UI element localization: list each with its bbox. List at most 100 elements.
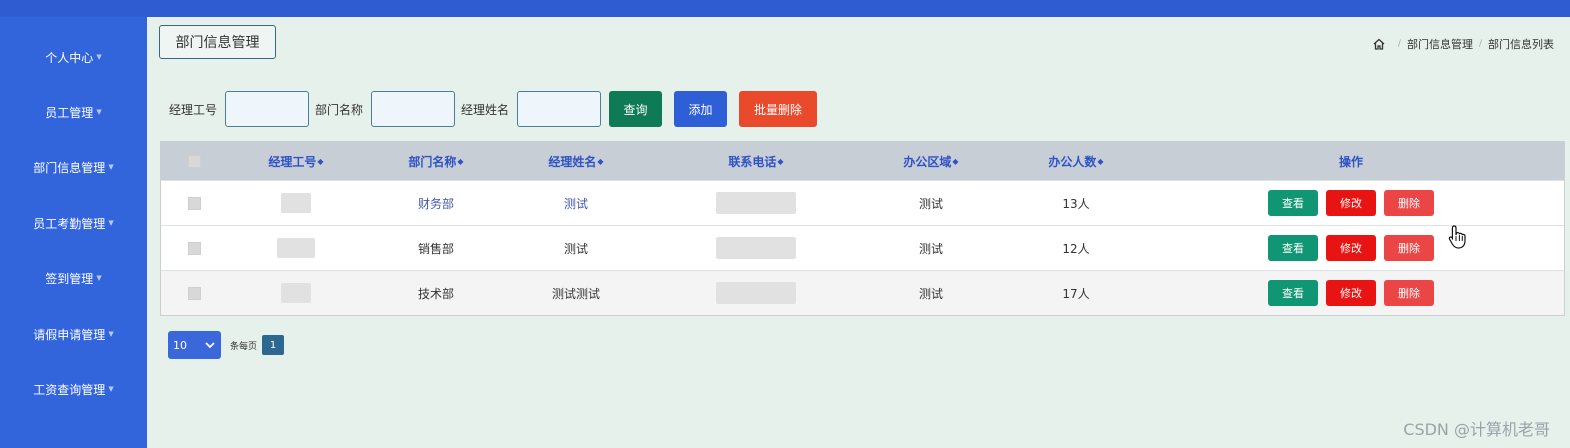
sort-icon: ◆ (597, 156, 604, 166)
page-title: 部门信息管理 (159, 25, 276, 59)
table-row: 技术部 测试测试 测试 17人 查看 修改 删除 (161, 270, 1564, 315)
manager-name-label: 经理姓名 (461, 102, 510, 117)
department-name-input[interactable] (371, 91, 456, 127)
sidebar-item-signin[interactable]: 签到管理 ▼ (0, 258, 147, 298)
manager-name-cell: 测试测试 (551, 286, 600, 301)
sidebar-item-label: 部门信息管理 (33, 160, 106, 175)
sidebar-item-leave[interactable]: 请假申请管理 ▼ (0, 314, 147, 354)
home-icon[interactable] (1372, 37, 1386, 51)
edit-button[interactable]: 修改 (1326, 280, 1376, 306)
top-bar (0, 0, 1570, 17)
caret-down-icon: ▼ (96, 53, 102, 61)
manager-id-cell (271, 181, 321, 225)
delete-button[interactable]: 删除 (1384, 280, 1434, 306)
page-number-current[interactable]: 1 (262, 335, 285, 355)
manager-name-cell: 测试 (563, 241, 588, 256)
row-select-cell (179, 271, 209, 315)
manager-id-cell (271, 271, 321, 315)
column-header-office-count[interactable]: 办公人数 ◆ (1011, 142, 1141, 180)
column-header-manager-name[interactable]: 经理姓名 ◆ (511, 142, 641, 180)
sidebar-item-label: 签到管理 (45, 271, 94, 286)
sidebar-item-attendance[interactable]: 员工考勤管理 ▼ (0, 203, 147, 243)
department-name-label: 部门名称 (315, 102, 364, 117)
office-count-cell: 17人 (1062, 286, 1090, 301)
breadcrumb-separator: / (1478, 39, 1482, 49)
manager-name-input[interactable] (517, 91, 602, 127)
add-button[interactable]: 添加 (674, 91, 728, 127)
sidebar: 个人中心 ▼ 员工管理 ▼ 部门信息管理 ▼ 员工考勤管理 ▼ 签到管理 ▼ 请假申请管理… (0, 17, 147, 448)
caret-down-icon: ▼ (108, 219, 114, 227)
column-label: 办公人数 (1048, 154, 1097, 169)
department-cell: 销售部 (417, 241, 454, 256)
phone-cell (716, 181, 796, 225)
caret-down-icon: ▼ (108, 385, 114, 393)
per-page-label: 条每页 (230, 341, 258, 352)
column-header-phone[interactable]: 联系电话 ◆ (691, 142, 821, 180)
row-select-cell (179, 181, 209, 225)
sidebar-item-personal-center[interactable]: 个人中心 ▼ (0, 37, 147, 77)
select-all-cell (179, 142, 209, 180)
manager-id-cell (271, 226, 321, 270)
watermark: CSDN @计算机老哥 (1403, 420, 1550, 439)
sidebar-item-department[interactable]: 部门信息管理 ▼ (0, 147, 147, 187)
caret-down-icon: ▼ (96, 274, 102, 282)
row-checkbox[interactable] (187, 196, 201, 210)
column-label: 联系电话 (728, 154, 777, 169)
sidebar-item-label: 工资查询管理 (33, 382, 106, 397)
sidebar-item-employee[interactable]: 员工管理 ▼ (0, 92, 147, 132)
office-area-cell: 测试 (918, 286, 943, 301)
column-header-manager-id[interactable]: 经理工号 ◆ (231, 142, 361, 180)
office-area-cell: 测试 (918, 196, 943, 211)
table-header: 经理工号 ◆ 部门名称 ◆ 经理姓名 ◆ 联系电话 ◆ 办公区域 ◆ 办公人数 ◆ 操作 (161, 142, 1564, 180)
row-checkbox[interactable] (187, 241, 201, 255)
department-cell: 技术部 (417, 286, 454, 301)
page-size-select[interactable]: 10 (168, 331, 221, 359)
row-select-cell (179, 226, 209, 270)
edit-button[interactable]: 修改 (1326, 235, 1376, 261)
actions-cell: 查看 修改 删除 (1261, 271, 1441, 315)
office-count-cell: 12人 (1062, 241, 1090, 256)
redacted-value (281, 193, 311, 213)
select-all-checkbox[interactable] (187, 154, 201, 168)
breadcrumb-item[interactable]: 部门信息管理 (1407, 36, 1473, 52)
edit-button[interactable]: 修改 (1326, 190, 1376, 216)
sort-icon: ◆ (317, 156, 324, 166)
delete-button[interactable]: 删除 (1384, 235, 1434, 261)
column-header-department[interactable]: 部门名称 ◆ (371, 142, 501, 180)
office-count-cell: 13人 (1062, 196, 1090, 211)
column-label: 办公区域 (903, 154, 952, 169)
phone-cell (716, 271, 796, 315)
view-button[interactable]: 查看 (1268, 280, 1318, 306)
column-label: 经理姓名 (548, 154, 597, 169)
manager-name-cell: 测试 (563, 196, 588, 211)
row-checkbox[interactable] (187, 286, 201, 300)
column-header-actions: 操作 (1261, 142, 1441, 180)
department-table: 经理工号 ◆ 部门名称 ◆ 经理姓名 ◆ 联系电话 ◆ 办公区域 ◆ 办公人数 ◆ 操作 财… (160, 141, 1565, 316)
sidebar-item-label: 员工考勤管理 (33, 216, 106, 231)
sidebar-item-label: 个人中心 (45, 50, 94, 65)
phone-cell (716, 226, 796, 270)
department-cell: 财务部 (417, 196, 454, 211)
column-header-office-area[interactable]: 办公区域 ◆ (866, 142, 996, 180)
pagination: 10 条每页 1 (168, 331, 285, 359)
sort-icon: ◆ (777, 156, 784, 166)
redacted-value (281, 283, 311, 303)
sidebar-item-salary[interactable]: 工资查询管理 ▼ (0, 369, 147, 409)
batch-delete-button[interactable]: 批量删除 (739, 91, 818, 127)
redacted-value (716, 282, 796, 304)
query-button[interactable]: 查询 (609, 91, 663, 127)
view-button[interactable]: 查看 (1268, 235, 1318, 261)
table-row: 财务部 测试 测试 13人 查看 修改 删除 (161, 180, 1564, 225)
view-button[interactable]: 查看 (1268, 190, 1318, 216)
page-size-value: 10 (173, 338, 187, 352)
redacted-value (716, 237, 796, 259)
sidebar-item-label: 员工管理 (45, 105, 94, 120)
main-content: 部门信息管理 / 部门信息管理 / 部门信息列表 经理工号 部门名称 经理姓名 … (147, 17, 1570, 448)
sidebar-item-label: 请假申请管理 (33, 327, 106, 342)
sort-icon: ◆ (1097, 156, 1104, 166)
hand-cursor-icon (1448, 225, 1466, 249)
redacted-value (716, 192, 796, 214)
manager-id-input[interactable] (225, 91, 310, 127)
search-bar: 经理工号 部门名称 经理姓名 查询 添加 批量删除 (169, 89, 829, 129)
delete-button[interactable]: 删除 (1384, 190, 1434, 216)
